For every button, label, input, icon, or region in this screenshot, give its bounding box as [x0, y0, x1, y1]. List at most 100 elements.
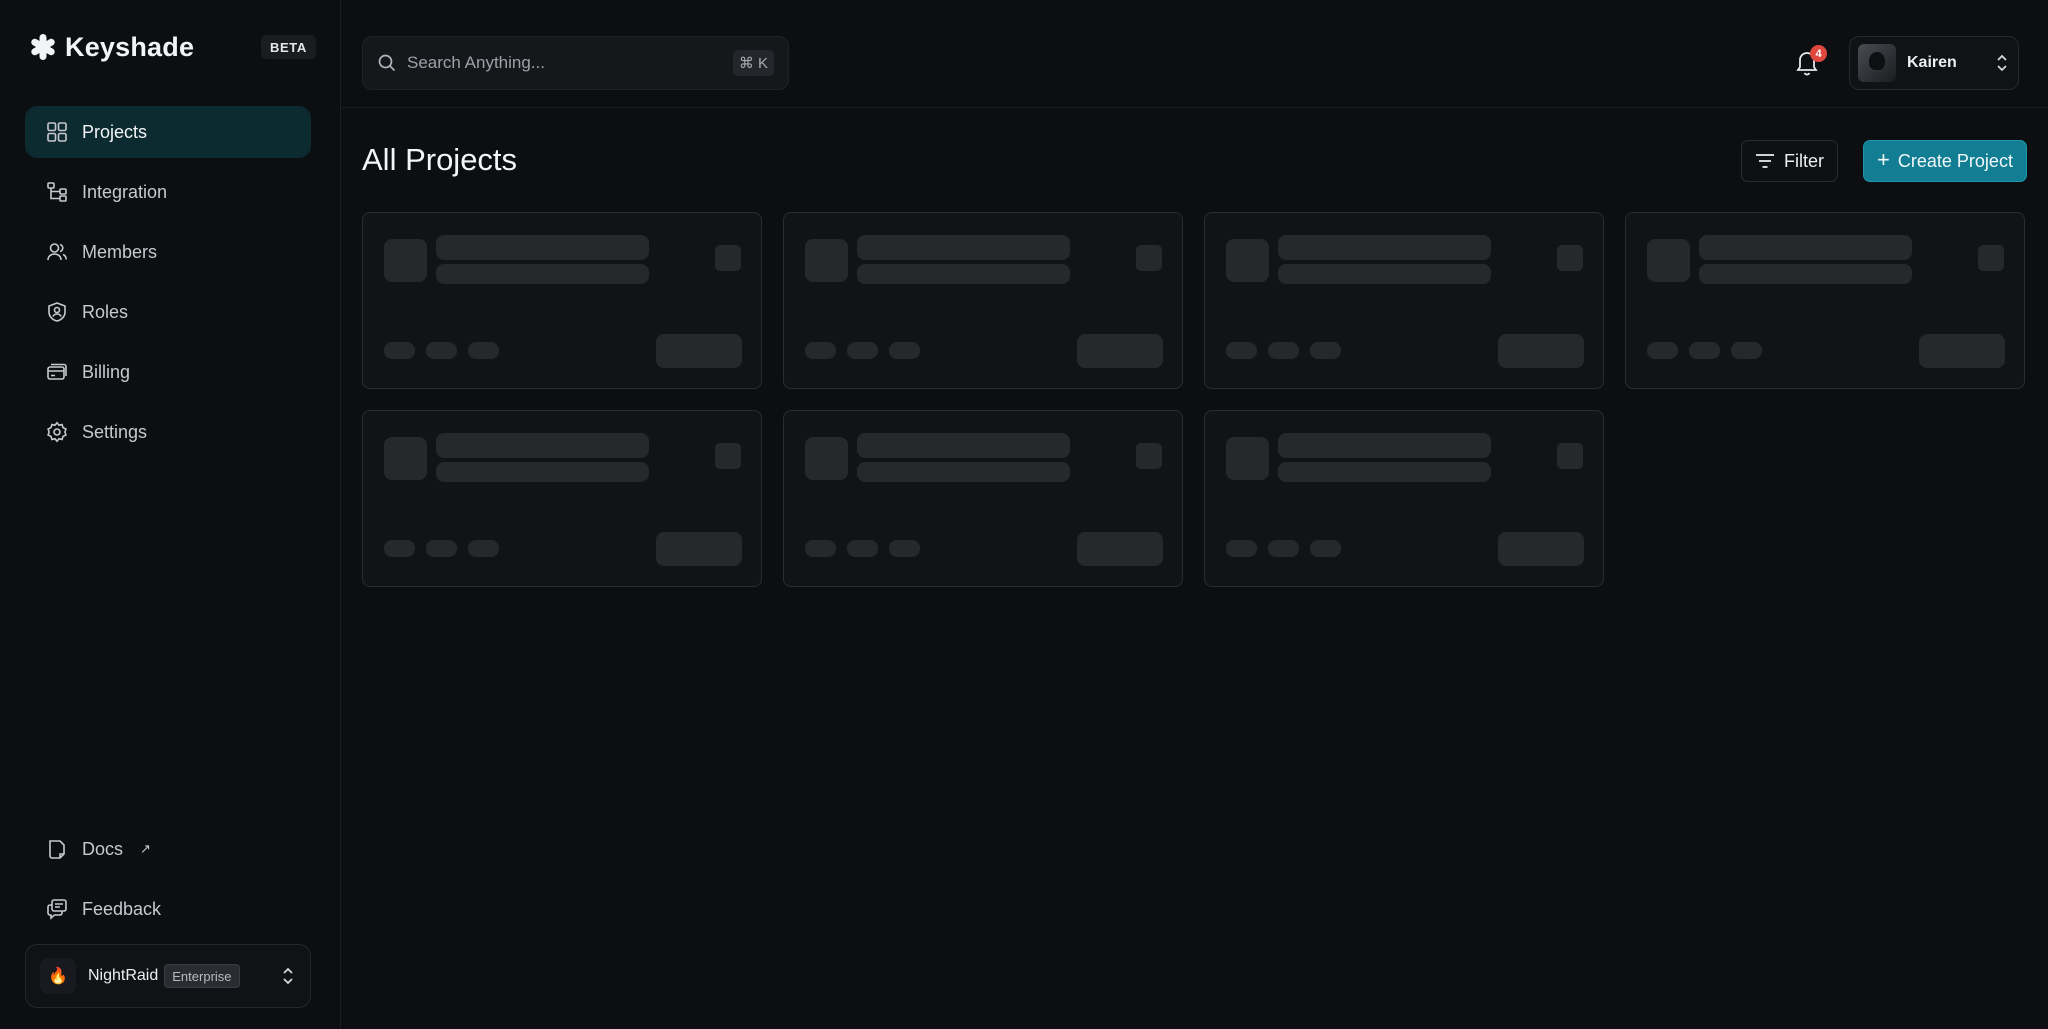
skeleton-line2	[857, 462, 1070, 482]
skeleton-btn	[1498, 532, 1584, 566]
top-bar: ⌘ K 4 Kairen	[342, 0, 2048, 108]
sidebar-item-docs[interactable]: Docs ↗	[25, 823, 311, 875]
sidebar-bottom-nav: Docs ↗ Feedback	[25, 823, 311, 943]
skeleton-line1	[436, 433, 649, 458]
project-card-skeleton	[783, 410, 1183, 587]
sidebar-item-integration[interactable]: Integration	[25, 166, 311, 218]
plus-icon: +	[1877, 147, 1890, 172]
notifications-button[interactable]: 4	[1793, 45, 1827, 79]
skeleton-corner	[1136, 443, 1162, 469]
skeleton-dot1	[384, 342, 415, 359]
roles-icon	[48, 302, 66, 322]
sidebar-item-projects[interactable]: Projects	[25, 106, 311, 158]
skeleton-corner	[1978, 245, 2004, 271]
skeleton-dot2	[426, 540, 457, 557]
skeleton-line1	[857, 433, 1070, 458]
skeleton-line1	[436, 235, 649, 260]
skeleton-line2	[436, 462, 649, 482]
skeleton-dot1	[805, 540, 836, 557]
user-name: Kairen	[1907, 54, 1957, 71]
workspace-name: NightRaid	[88, 967, 159, 984]
sidebar-item-label: Integration	[82, 181, 168, 202]
skeleton-line1	[1278, 433, 1491, 458]
filter-button[interactable]: Filter	[1741, 140, 1838, 182]
search-bar[interactable]: ⌘ K	[362, 36, 789, 90]
skeleton-dot3	[1310, 540, 1341, 557]
skeleton-line1	[1699, 235, 1912, 260]
skeleton-dot1	[1226, 342, 1257, 359]
skeleton-line2	[1278, 462, 1491, 482]
skeleton-dot1	[805, 342, 836, 359]
skeleton-dot1	[384, 540, 415, 557]
skeleton-line1	[857, 235, 1070, 260]
project-card-skeleton	[1204, 212, 1604, 389]
skeleton-dot2	[847, 540, 878, 557]
docs-icon	[49, 840, 65, 859]
project-card-skeleton	[362, 410, 762, 587]
sidebar-item-label: Billing	[82, 361, 131, 382]
project-card-skeleton	[783, 212, 1183, 389]
sidebar-item-label: Docs	[82, 838, 124, 859]
sidebar-item-settings[interactable]: Settings	[25, 406, 311, 458]
skeleton-icon	[384, 239, 427, 282]
sidebar-item-members[interactable]: Members	[25, 226, 311, 278]
skeleton-btn	[656, 532, 742, 566]
skeleton-dot1	[1226, 540, 1257, 557]
skeleton-dot2	[426, 342, 457, 359]
sidebar-item-label: Members	[82, 241, 158, 262]
filter-label: Filter	[1784, 150, 1824, 171]
skeleton-line2	[1278, 264, 1491, 284]
skeleton-dot3	[468, 342, 499, 359]
skeleton-dot3	[1731, 342, 1762, 359]
create-project-button[interactable]: + Create Project	[1863, 140, 2027, 182]
skeleton-corner	[1557, 245, 1583, 271]
grid-icon	[47, 122, 67, 142]
project-card-grid	[362, 212, 2027, 587]
skeleton-dot3	[1310, 342, 1341, 359]
skeleton-btn	[1919, 334, 2005, 368]
project-card-skeleton	[362, 212, 762, 389]
project-card-skeleton	[1625, 212, 2025, 389]
skeleton-icon	[1226, 437, 1269, 480]
filter-icon	[1756, 154, 1774, 168]
sidebar-item-feedback[interactable]: Feedback	[25, 883, 311, 935]
members-icon	[47, 243, 67, 261]
skeleton-corner	[1557, 443, 1583, 469]
skeleton-dot3	[889, 342, 920, 359]
external-link-icon: ↗	[140, 841, 151, 856]
user-menu[interactable]: Kairen	[1849, 36, 2019, 90]
skeleton-line2	[1699, 264, 1912, 284]
workspace-switcher[interactable]: 🔥 NightRaid Enterprise	[25, 944, 311, 1008]
brand-logo[interactable]: Keyshade	[29, 30, 194, 64]
page-title: All Projects	[362, 142, 518, 177]
skeleton-btn	[1077, 334, 1163, 368]
asterisk-logo-icon	[31, 34, 55, 60]
sidebar-item-label: Projects	[82, 121, 148, 142]
skeleton-dot3	[889, 540, 920, 557]
chevron-up-down-icon	[283, 967, 293, 985]
search-input[interactable]	[407, 53, 733, 73]
skeleton-icon	[805, 437, 848, 480]
skeleton-icon	[1647, 239, 1690, 282]
sidebar-item-label: Roles	[82, 301, 129, 322]
sidebar-nav: Projects Integration Members Roles Billi…	[25, 106, 311, 466]
skeleton-btn	[1077, 532, 1163, 566]
skeleton-corner	[1136, 245, 1162, 271]
skeleton-icon	[1226, 239, 1269, 282]
sidebar-item-label: Settings	[82, 421, 148, 442]
skeleton-dot2	[1268, 342, 1299, 359]
skeleton-corner	[715, 443, 741, 469]
notification-count-badge: 4	[1810, 45, 1827, 62]
search-shortcut: ⌘ K	[732, 50, 774, 76]
sidebar-item-roles[interactable]: Roles	[25, 286, 311, 338]
avatar	[1858, 44, 1896, 82]
sidebar-item-label: Feedback	[82, 898, 162, 919]
skeleton-line2	[857, 264, 1070, 284]
skeleton-icon	[384, 437, 427, 480]
skeleton-icon	[805, 239, 848, 282]
skeleton-dot3	[468, 540, 499, 557]
skeleton-line1	[1278, 235, 1491, 260]
skeleton-dot2	[847, 342, 878, 359]
project-card-skeleton	[1204, 410, 1604, 587]
sidebar-item-billing[interactable]: Billing	[25, 346, 311, 398]
